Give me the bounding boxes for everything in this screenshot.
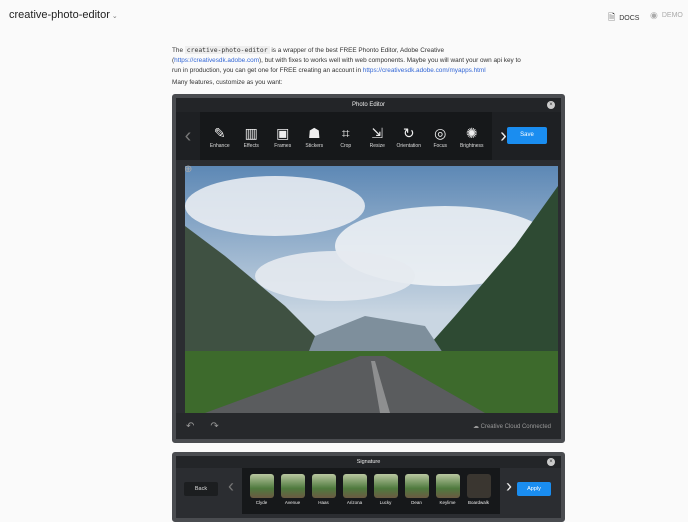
- docs-link[interactable]: 🗎 DOCS: [608, 10, 639, 26]
- tool-frames[interactable]: ▣ Frames: [267, 123, 299, 149]
- redo-icon[interactable]: ↷: [210, 421, 218, 432]
- photo-editor: Photo Editor × ‹ ✎ Enhance ▥ Effects ▣ Frames ☗…: [172, 94, 565, 443]
- tool-label: Focus: [433, 143, 448, 149]
- back-button[interactable]: Back: [184, 482, 218, 496]
- document-icon: 🗎: [608, 12, 616, 22]
- editor-titlebar: Photo Editor ×: [176, 98, 561, 112]
- filter-label: Keylime: [439, 500, 456, 505]
- filters-list: Clyde Avenue Haas Arizona Lucky Dean Keylime Bo…: [242, 468, 500, 514]
- tool-label: Brightness: [459, 143, 484, 149]
- chevron-left-icon[interactable]: ‹: [228, 476, 234, 497]
- demo-label: DEMO: [661, 12, 683, 19]
- filter-label: Avenue: [284, 500, 301, 505]
- filter-dean[interactable]: Dean: [401, 474, 432, 514]
- tools-list: ✎ Enhance ▥ Effects ▣ Frames ☗ Stickers ⌗ Crop ⇲ Re…: [200, 112, 492, 160]
- image-canvas[interactable]: ⊕: [176, 160, 561, 413]
- tool-effects[interactable]: ▥ Effects: [236, 123, 268, 149]
- filter-label: Arizona: [346, 500, 363, 505]
- focus-icon: ◎: [434, 125, 447, 141]
- cc-label: Creative Cloud Connected: [480, 423, 551, 430]
- tool-label: Enhance: [209, 143, 230, 149]
- intro-paragraph: The creative-photo-editor is a wrapper o…: [172, 45, 522, 76]
- crop-icon: ⌗: [341, 125, 350, 141]
- resize-icon: ⇲: [371, 125, 384, 141]
- apply-button[interactable]: Apply: [517, 482, 551, 496]
- filter-label: Boardwalk: [467, 500, 489, 505]
- signature-title: Signature: [356, 459, 381, 465]
- filter-haas[interactable]: Haas: [308, 474, 339, 514]
- tool-brightness[interactable]: ✺ Brightness: [456, 123, 488, 149]
- toolbar: ‹ ✎ Enhance ▥ Effects ▣ Frames ☗ Stickers ⌗ Crop ⇲…: [176, 112, 561, 160]
- filter-thumbnail: [404, 474, 429, 498]
- myapps-link[interactable]: https://creativesdk.adobe.com/myapps.htm…: [363, 67, 486, 74]
- eye-icon: ◉: [650, 10, 658, 20]
- filter-avenue[interactable]: Avenue: [277, 474, 308, 514]
- tool-stickers[interactable]: ☗ Stickers: [299, 123, 331, 149]
- project-title: creative-photo-editor: [9, 9, 110, 21]
- filter-clyde[interactable]: Clyde: [246, 474, 277, 514]
- tool-label: Crop: [340, 143, 352, 149]
- effects-icon: ▥: [244, 125, 258, 141]
- tool-label: Resize: [369, 143, 385, 149]
- filter-thumbnail: [373, 474, 398, 498]
- editor-title: Photo Editor: [351, 102, 386, 108]
- editor-footer: ↶ ↷ ☁ Creative Cloud Connected: [176, 413, 561, 439]
- tool-label: Orientation: [396, 143, 421, 149]
- save-button[interactable]: Save: [507, 127, 547, 144]
- chevron-down-icon: ⌄: [111, 13, 118, 20]
- tool-resize[interactable]: ⇲ Resize: [362, 123, 394, 149]
- chevron-right-icon[interactable]: ›: [506, 476, 512, 497]
- tool-label: Stickers: [305, 143, 324, 149]
- filter-thumbnail: [466, 474, 491, 498]
- enhance-icon: ✎: [213, 125, 226, 141]
- filter-thumbnail: [249, 474, 274, 498]
- stickers-icon: ☗: [307, 125, 321, 141]
- signature-titlebar: Signature ×: [176, 456, 561, 468]
- frames-icon: ▣: [276, 125, 290, 141]
- top-bar: creative-photo-editor ⌄ 🗎 DOCS ◉ DEMO: [0, 0, 688, 30]
- project-menu[interactable]: creative-photo-editor ⌄: [9, 9, 118, 21]
- filter-label: Clyde: [255, 500, 268, 505]
- tool-focus[interactable]: ◎ Focus: [425, 123, 457, 149]
- tool-label: Frames: [274, 143, 292, 149]
- t: The: [172, 47, 185, 54]
- creativesdk-link[interactable]: https://creativesdk.adobe.com: [174, 57, 259, 64]
- chevron-left-icon[interactable]: ‹: [176, 125, 200, 148]
- tool-crop[interactable]: ⌗ Crop: [330, 123, 362, 149]
- tool-label: Effects: [243, 143, 259, 149]
- filter-thumbnail: [311, 474, 336, 498]
- component-name: creative-photo-editor: [184, 46, 270, 54]
- close-icon[interactable]: ×: [547, 101, 555, 109]
- filter-thumbnail: [280, 474, 305, 498]
- tool-orientation[interactable]: ↻ Orientation: [393, 123, 425, 149]
- creative-cloud-status: ☁ Creative Cloud Connected: [473, 423, 551, 430]
- demo-link[interactable]: ◉ DEMO: [650, 10, 683, 21]
- features-text: Many features, customize as you want:: [172, 79, 283, 86]
- undo-icon[interactable]: ↶: [186, 421, 194, 432]
- filter-label: Dean: [411, 500, 422, 505]
- filter-boardwalk[interactable]: Boardwalk: [463, 474, 494, 514]
- docs-label: DOCS: [619, 14, 640, 22]
- filter-label: Lucky: [379, 500, 392, 505]
- filter-lucky[interactable]: Lucky: [370, 474, 401, 514]
- filter-label: Haas: [318, 500, 329, 505]
- brightness-icon: ✺: [465, 125, 478, 141]
- orientation-icon: ↻: [402, 125, 415, 141]
- filter-thumbnail: [342, 474, 367, 498]
- filter-keylime[interactable]: Keylime: [432, 474, 463, 514]
- tool-enhance[interactable]: ✎ Enhance: [204, 123, 236, 149]
- filter-thumbnail: [435, 474, 460, 498]
- filter-arizona[interactable]: Arizona: [339, 474, 370, 514]
- cloud-icon: ☁: [472, 423, 481, 430]
- photo-image: [185, 166, 558, 413]
- close-icon[interactable]: ×: [547, 458, 555, 466]
- zoom-icon[interactable]: ⊕: [184, 164, 192, 175]
